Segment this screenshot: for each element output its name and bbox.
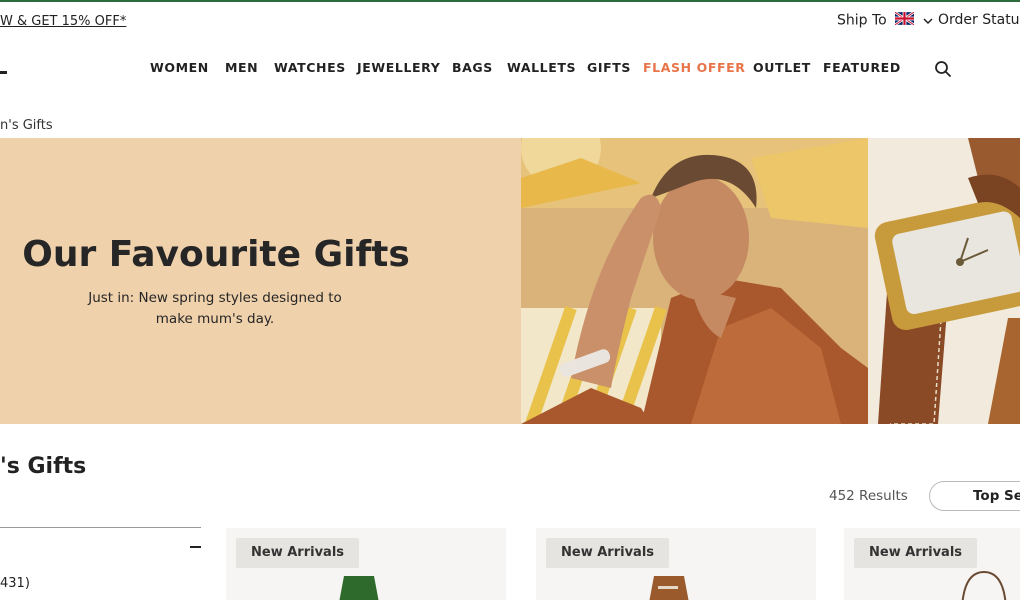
product-card[interactable]: New Arrivals	[226, 528, 506, 600]
sort-dropdown[interactable]: Top Sel	[929, 481, 1020, 511]
search-icon[interactable]	[934, 60, 952, 78]
filter-option-count[interactable]: 431)	[0, 576, 30, 591]
uk-flag-icon	[894, 11, 915, 29]
ship-to-label: Ship To	[837, 12, 887, 29]
product-card[interactable]: New Arrivals	[536, 528, 816, 600]
page: W & GET 15% OFF* Ship To Order Status WO…	[0, 0, 1020, 600]
nav-item-flash-offer[interactable]: FLASH OFFER	[643, 60, 745, 75]
results-count: 452 Results	[829, 488, 908, 504]
top-border	[0, 0, 1020, 2]
nav-item-women[interactable]: WOMEN	[150, 60, 209, 75]
nav-item-jewellery[interactable]: JEWELLERY	[357, 60, 440, 75]
ship-to-selector[interactable]: Ship To	[837, 11, 933, 29]
hero-title: Our Favourite Gifts	[22, 234, 410, 275]
nav-item-featured[interactable]: FEATURED	[823, 60, 901, 75]
order-status-link[interactable]: Order Status	[938, 12, 1020, 28]
hero-subtitle: Just in: New spring styles designed to m…	[88, 290, 342, 327]
hero-watch-image	[868, 138, 1020, 424]
minus-icon[interactable]	[190, 546, 201, 548]
new-arrivals-badge: New Arrivals	[236, 538, 360, 568]
nav-item-men[interactable]: MEN	[225, 60, 258, 75]
promo-link[interactable]: W & GET 15% OFF*	[0, 14, 126, 29]
chevron-down-icon	[923, 13, 933, 29]
logo[interactable]	[0, 71, 7, 74]
nav-item-wallets[interactable]: WALLETS	[507, 60, 576, 75]
product-card[interactable]: New Arrivals	[844, 528, 1020, 600]
hero-banner[interactable]: Our Favourite Gifts Just in: New spring …	[0, 138, 1020, 424]
new-arrivals-badge: New Arrivals	[546, 538, 670, 568]
listing-title: 's Gifts	[0, 454, 87, 480]
nav-item-watches[interactable]: WATCHES	[274, 60, 346, 75]
hero-model-image	[521, 138, 868, 424]
new-arrivals-badge: New Arrivals	[854, 538, 978, 568]
nav-item-bags[interactable]: BAGS	[452, 60, 493, 75]
nav-item-gifts[interactable]: GIFTS	[587, 60, 631, 75]
hero-text-panel: Our Favourite Gifts Just in: New spring …	[0, 138, 521, 424]
nav-item-outlet[interactable]: OUTLET	[753, 60, 811, 75]
breadcrumb[interactable]: n's Gifts	[0, 118, 53, 133]
filter-divider	[0, 527, 201, 528]
